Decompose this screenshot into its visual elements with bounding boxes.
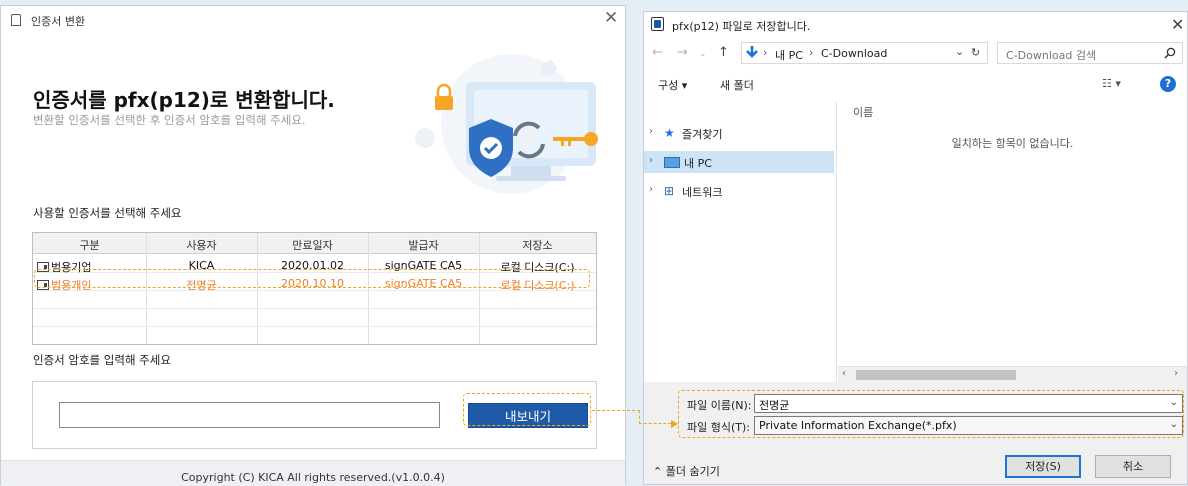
file-fields-highlight xyxy=(678,390,1184,438)
cert-table: 구분 사용자 만료일자 발급자 저장소 범용기업 KICA 2020.01.02… xyxy=(32,232,597,345)
window-icon xyxy=(11,14,21,26)
chevron-right-icon[interactable]: › xyxy=(649,184,653,195)
copyright-text: Copyright (C) KICA All rights reserved.(… xyxy=(181,471,445,484)
left-titlebar: 인증서 변환 ✕ xyxy=(1,6,625,34)
empty-list-message: 일치하는 항목이 없습니다. xyxy=(951,137,1074,150)
computer-icon xyxy=(664,157,680,168)
app-icon xyxy=(651,17,664,31)
scroll-left-icon[interactable]: ‹ xyxy=(842,368,846,379)
dialog-title: pfx(p12) 파일로 저장합니다. xyxy=(672,20,811,33)
left-window-title: 인증서 변환 xyxy=(31,15,86,28)
page-subtitle: 변환할 인증서를 선택한 후 인증서 암호를 입력해 주세요. xyxy=(33,113,306,127)
cert-select-label: 사용할 인증서를 선택해 주세요 xyxy=(33,206,182,220)
cancel-button[interactable]: 취소 xyxy=(1095,455,1171,478)
nav-item-network[interactable]: › ⊞ 네트워크 xyxy=(644,180,834,202)
password-label: 인증서 암호를 입력해 주세요 xyxy=(33,353,171,367)
right-titlebar: pfx(p12) 파일로 저장합니다. ✕ xyxy=(644,12,1187,38)
security-illustration xyxy=(415,54,598,194)
col-header-issuer: 발급자 xyxy=(408,239,439,252)
star-icon: ★ xyxy=(664,126,675,140)
back-arrow-icon[interactable]: ← xyxy=(652,45,663,60)
col-header-user: 사용자 xyxy=(186,239,217,252)
page-title: 인증서를 pfx(p12)로 변환합니다. xyxy=(33,88,335,112)
search-icon[interactable] xyxy=(1164,47,1176,59)
nav-item-favorites[interactable]: › ★ 즐겨찾기 xyxy=(644,122,834,144)
address-bar[interactable]: › 내 PC › C-Download ⌄ ↻ xyxy=(741,42,988,64)
col-header-type: 구분 xyxy=(79,239,100,252)
scroll-thumb[interactable] xyxy=(856,370,1016,380)
password-input[interactable] xyxy=(59,402,440,428)
download-folder-icon xyxy=(746,46,758,58)
horizontal-scrollbar[interactable]: ‹ › xyxy=(838,366,1187,382)
arrow-right-icon xyxy=(671,420,678,428)
connector-line xyxy=(639,423,671,424)
table-header: 구분 사용자 만료일자 발급자 저장소 xyxy=(33,233,596,254)
chevron-right-icon[interactable]: › xyxy=(649,126,653,137)
col-header-storage: 저장소 xyxy=(522,239,553,252)
chevron-right-icon[interactable]: › xyxy=(649,155,653,166)
column-header-name[interactable]: 이름 xyxy=(853,104,873,120)
breadcrumb-sep: › xyxy=(809,46,814,59)
save-button[interactable]: 저장(S) xyxy=(1005,455,1081,478)
breadcrumb-item-folder[interactable]: C-Download xyxy=(821,47,887,60)
padlock-icon xyxy=(435,83,453,110)
search-box[interactable]: C-Download 검색 xyxy=(997,42,1183,64)
connector-line xyxy=(592,410,640,411)
view-options-icon[interactable]: ☷ ▾ xyxy=(1102,77,1121,90)
chevron-down-icon[interactable]: ⌄ xyxy=(699,49,707,59)
breadcrumb-sep: › xyxy=(763,46,768,59)
close-icon[interactable]: ✕ xyxy=(1171,15,1184,34)
chevron-down-icon[interactable]: ⌄ xyxy=(955,45,964,58)
organize-menu[interactable]: 구성 ▾ xyxy=(658,77,687,93)
export-button-highlight xyxy=(463,393,591,426)
nav-item-this-pc[interactable]: › 내 PC xyxy=(644,151,834,173)
search-input[interactable]: C-Download 검색 xyxy=(1006,47,1096,63)
navigation-pane: › ★ 즐겨찾기 › 내 PC › ⊞ 네트워크 xyxy=(644,102,837,392)
breadcrumb-item-this-pc[interactable]: 내 PC xyxy=(775,47,803,63)
dialog-toolbar: 구성 ▾ 새 폴더 ☷ ▾ xyxy=(644,72,1187,96)
col-header-expiry: 만료일자 xyxy=(292,239,333,252)
close-icon[interactable]: ✕ xyxy=(604,8,618,28)
help-icon[interactable]: ? xyxy=(1160,76,1176,92)
scroll-right-icon[interactable]: › xyxy=(1174,368,1178,379)
up-arrow-icon[interactable]: ↑ xyxy=(718,45,729,60)
forward-arrow-icon[interactable]: → xyxy=(677,45,688,60)
selected-row-highlight xyxy=(34,269,590,288)
connector-line xyxy=(639,410,640,424)
network-icon: ⊞ xyxy=(664,184,675,198)
new-folder-button[interactable]: 새 폴더 xyxy=(720,77,754,93)
hide-folders-toggle[interactable]: ⌃ 폴더 숨기기 xyxy=(653,463,720,479)
refresh-icon[interactable]: ↻ xyxy=(971,46,980,59)
